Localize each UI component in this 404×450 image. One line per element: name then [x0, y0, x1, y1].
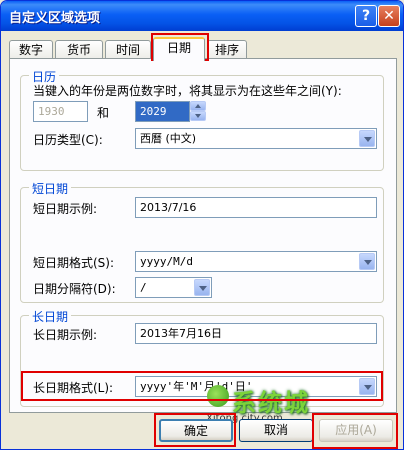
dialog-window: 自定义区域选项 ? ✕ 数字 货币 时间 日期 排序 日历 当键入的年份是两位数… — [0, 0, 404, 450]
watermark: 系统城 Xitong city.com — [206, 383, 310, 424]
title-bar[interactable]: 自定义区域选项 ? ✕ — [1, 1, 403, 31]
date-separator-select[interactable]: / — [135, 277, 212, 298]
long-date-group-title: 长日期 — [29, 308, 72, 325]
calendar-type-select[interactable]: 西曆 (中文) — [135, 128, 377, 149]
tab-currency[interactable]: 货币 — [55, 40, 103, 60]
short-date-format-value: yyyy/M/d — [140, 255, 193, 268]
chevron-down-icon[interactable] — [359, 253, 375, 270]
short-date-format-label: 短日期格式(S): — [33, 256, 115, 270]
short-date-group-title: 短日期 — [29, 180, 72, 197]
year-from-input: 1930 — [33, 101, 88, 122]
tab-date[interactable]: 日期 — [153, 37, 205, 61]
chevron-down-icon[interactable] — [359, 378, 375, 395]
spin-up-icon[interactable] — [190, 101, 206, 111]
short-date-format-select[interactable]: yyyy/M/d — [135, 251, 377, 272]
tab-number[interactable]: 数字 — [9, 40, 53, 60]
help-button[interactable]: ? — [355, 5, 377, 27]
chevron-down-icon[interactable] — [359, 130, 375, 147]
tab-sort[interactable]: 排序 — [207, 40, 247, 60]
and-label: 和 — [97, 106, 110, 120]
calendar-type-value: 西曆 (中文) — [140, 132, 197, 145]
year-to-spinner[interactable] — [190, 101, 206, 122]
tab-time[interactable]: 时间 — [105, 40, 151, 60]
two-digit-year-label: 当键入的年份是两位数字时，将其显示为在这些年之间(Y): — [33, 84, 342, 98]
apply-button: 应用(A) — [319, 419, 393, 442]
spin-down-icon[interactable] — [190, 111, 206, 121]
cancel-button[interactable]: 取消 — [239, 419, 313, 442]
year-to-input[interactable]: 2029 — [135, 101, 190, 122]
date-separator-label: 日期分隔符(D): — [33, 282, 116, 296]
ok-button[interactable]: 确定 — [159, 419, 233, 442]
long-date-sample-value: 2013年7月16日 — [135, 323, 377, 344]
short-date-sample-label: 短日期示例: — [33, 202, 98, 216]
long-date-format-label: 长日期格式(L): — [33, 381, 114, 395]
chevron-down-icon[interactable] — [194, 279, 210, 296]
window-title: 自定义区域选项 — [9, 11, 101, 26]
calendar-type-label: 日历类型(C): — [33, 133, 103, 147]
close-button[interactable]: ✕ — [378, 5, 400, 27]
short-date-sample-value: 2013/7/16 — [135, 197, 377, 218]
long-date-sample-label: 长日期示例: — [33, 328, 98, 342]
date-separator-value: / — [140, 281, 147, 294]
